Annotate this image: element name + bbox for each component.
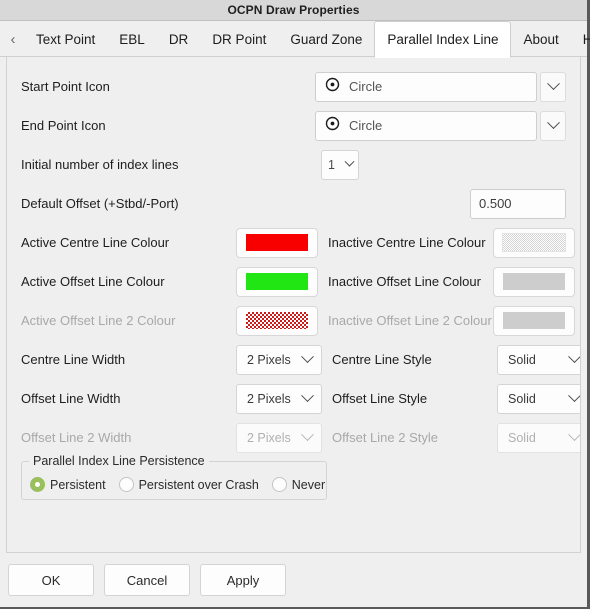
radio-label: Persistent over Crash (138, 477, 259, 492)
chevron-down-icon (301, 428, 314, 442)
centre-line-width-value: 2 Pixels (247, 352, 291, 367)
row-end-point-icon: End Point Icon Circle (21, 106, 566, 145)
window-title: OCPN Draw Properties (227, 3, 360, 17)
color-swatch (503, 273, 565, 290)
apply-button[interactable]: Apply (200, 564, 286, 596)
chevron-down-icon (344, 156, 355, 167)
chevron-down-icon (568, 350, 580, 364)
start-point-icon-combo[interactable]: Circle (315, 71, 566, 102)
radio-label: Never (291, 477, 326, 492)
end-point-icon-value: Circle (349, 118, 383, 133)
active-offset-line2-colour-button (236, 305, 318, 336)
dialog-button-bar: OK Cancel Apply (0, 553, 587, 607)
radio-indicator (118, 477, 134, 492)
radio-indicator (271, 477, 287, 492)
active-offset-line-colour-button[interactable] (236, 266, 318, 297)
initial-index-lines-value: 1 (328, 157, 335, 172)
circle-dot-icon (325, 77, 340, 97)
row-offset-line2-colour: Active Offset Line 2 Colour Inactive Off… (21, 301, 575, 340)
radio-label: Persistent (50, 477, 106, 492)
chevron-down-icon (301, 389, 314, 403)
chevron-down-icon (568, 428, 580, 442)
tab-bar: ‹ Text Point EBL DR DR Point Guard Zone … (0, 21, 590, 58)
active-offset-line-colour-label: Active Offset Line Colour (21, 274, 165, 289)
color-swatch (503, 312, 565, 329)
row-default-offset: Default Offset (+Stbd/-Port) 0.500 (21, 184, 566, 223)
offset-line2-width-dropdown: 2 Pixels (236, 422, 322, 453)
centre-line-width-dropdown[interactable]: 2 Pixels (236, 344, 322, 375)
color-swatch (246, 312, 308, 329)
initial-index-lines-combo[interactable]: 1 (321, 149, 359, 180)
parallel-index-line-panel: Start Point Icon Circle End Point Icon C… (6, 57, 581, 553)
chevron-down-icon[interactable] (540, 71, 566, 102)
inactive-offset-line2-colour-button (493, 305, 575, 336)
active-centre-line-colour-button[interactable] (236, 227, 318, 258)
inactive-offset-line-colour-button[interactable] (493, 266, 575, 297)
persistence-radio-group: Persistent Persistent over Crash Never (30, 477, 325, 492)
row-offset-line2-width-style: Offset Line 2 Width 2 Pixels Offset Line… (21, 418, 580, 457)
offset-line-style-label: Offset Line Style (332, 391, 428, 406)
start-point-icon-label: Start Point Icon (21, 79, 110, 94)
start-point-icon-value: Circle (349, 79, 383, 94)
inactive-centre-line-colour-label: Inactive Centre Line Colour (328, 235, 486, 250)
tab-help[interactable]: Help (571, 21, 590, 57)
tab-text-point[interactable]: Text Point (24, 21, 107, 57)
chevron-left-icon[interactable]: ‹ (2, 21, 24, 57)
end-point-icon-combo[interactable]: Circle (315, 110, 566, 141)
end-point-icon-label: End Point Icon (21, 118, 106, 133)
offset-line-style-dropdown[interactable]: Solid (497, 383, 580, 414)
default-offset-input[interactable]: 0.500 (470, 188, 566, 219)
centre-line-style-label: Centre Line Style (332, 352, 432, 367)
row-centre-line-colour: Active Centre Line Colour Inactive Centr… (21, 223, 575, 262)
offset-line2-width-label: Offset Line 2 Width (21, 430, 132, 445)
inactive-offset-line2-colour-label: Inactive Offset Line 2 Colour (328, 313, 492, 328)
persistence-group: Parallel Index Line Persistence Persiste… (21, 454, 327, 500)
offset-line2-style-value: Solid (508, 430, 536, 445)
radio-never[interactable]: Never (271, 477, 326, 492)
row-offset-line-width-style: Offset Line Width 2 Pixels Offset Line S… (21, 379, 580, 418)
color-swatch (246, 234, 308, 251)
initial-index-lines-label: Initial number of index lines (21, 157, 179, 172)
radio-persistent[interactable]: Persistent (30, 477, 106, 492)
offset-line-width-label: Offset Line Width (21, 391, 121, 406)
chevron-down-icon[interactable] (540, 110, 566, 141)
tab-about[interactable]: About (511, 21, 570, 57)
offset-line-style-value: Solid (508, 391, 536, 406)
inactive-offset-line-colour-label: Inactive Offset Line Colour (328, 274, 481, 289)
active-centre-line-colour-label: Active Centre Line Colour (21, 235, 170, 250)
chevron-down-icon (301, 350, 314, 364)
row-start-point-icon: Start Point Icon Circle (21, 67, 566, 106)
radio-persistent-over-crash[interactable]: Persistent over Crash (118, 477, 259, 492)
row-centre-line-width-style: Centre Line Width 2 Pixels Centre Line S… (21, 340, 580, 379)
offset-line2-style-dropdown: Solid (497, 422, 580, 453)
offset-line-width-value: 2 Pixels (247, 391, 291, 406)
default-offset-label: Default Offset (+Stbd/-Port) (21, 196, 179, 211)
centre-line-style-dropdown[interactable]: Solid (497, 344, 580, 375)
centre-line-width-label: Centre Line Width (21, 352, 126, 367)
row-offset-line-colour: Active Offset Line Colour Inactive Offse… (21, 262, 575, 301)
active-offset-line2-colour-label: Active Offset Line 2 Colour (21, 313, 176, 328)
tab-dr[interactable]: DR (157, 21, 201, 57)
persistence-group-title: Parallel Index Line Persistence (29, 454, 209, 468)
color-swatch (502, 233, 566, 252)
row-initial-index-lines: Initial number of index lines 1 (21, 145, 566, 184)
cancel-button[interactable]: Cancel (104, 564, 190, 596)
tab-guard-zone[interactable]: Guard Zone (278, 21, 374, 57)
tab-parallel-index-line[interactable]: Parallel Index Line (374, 21, 512, 58)
circle-dot-icon (325, 116, 340, 136)
offset-line-width-dropdown[interactable]: 2 Pixels (236, 383, 322, 414)
offset-line2-style-label: Offset Line 2 Style (332, 430, 438, 445)
inactive-centre-line-colour-button[interactable] (493, 227, 575, 258)
title-bar: OCPN Draw Properties (0, 0, 587, 21)
centre-line-style-value: Solid (508, 352, 536, 367)
ok-button[interactable]: OK (8, 564, 94, 596)
offset-line2-width-value: 2 Pixels (247, 430, 291, 445)
ocpn-draw-properties-window: OCPN Draw Properties ‹ Text Point EBL DR… (0, 0, 590, 609)
chevron-down-icon (568, 389, 580, 403)
color-swatch (246, 273, 308, 290)
tab-ebl[interactable]: EBL (107, 21, 157, 57)
radio-indicator (30, 477, 45, 492)
tab-dr-point[interactable]: DR Point (200, 21, 278, 57)
